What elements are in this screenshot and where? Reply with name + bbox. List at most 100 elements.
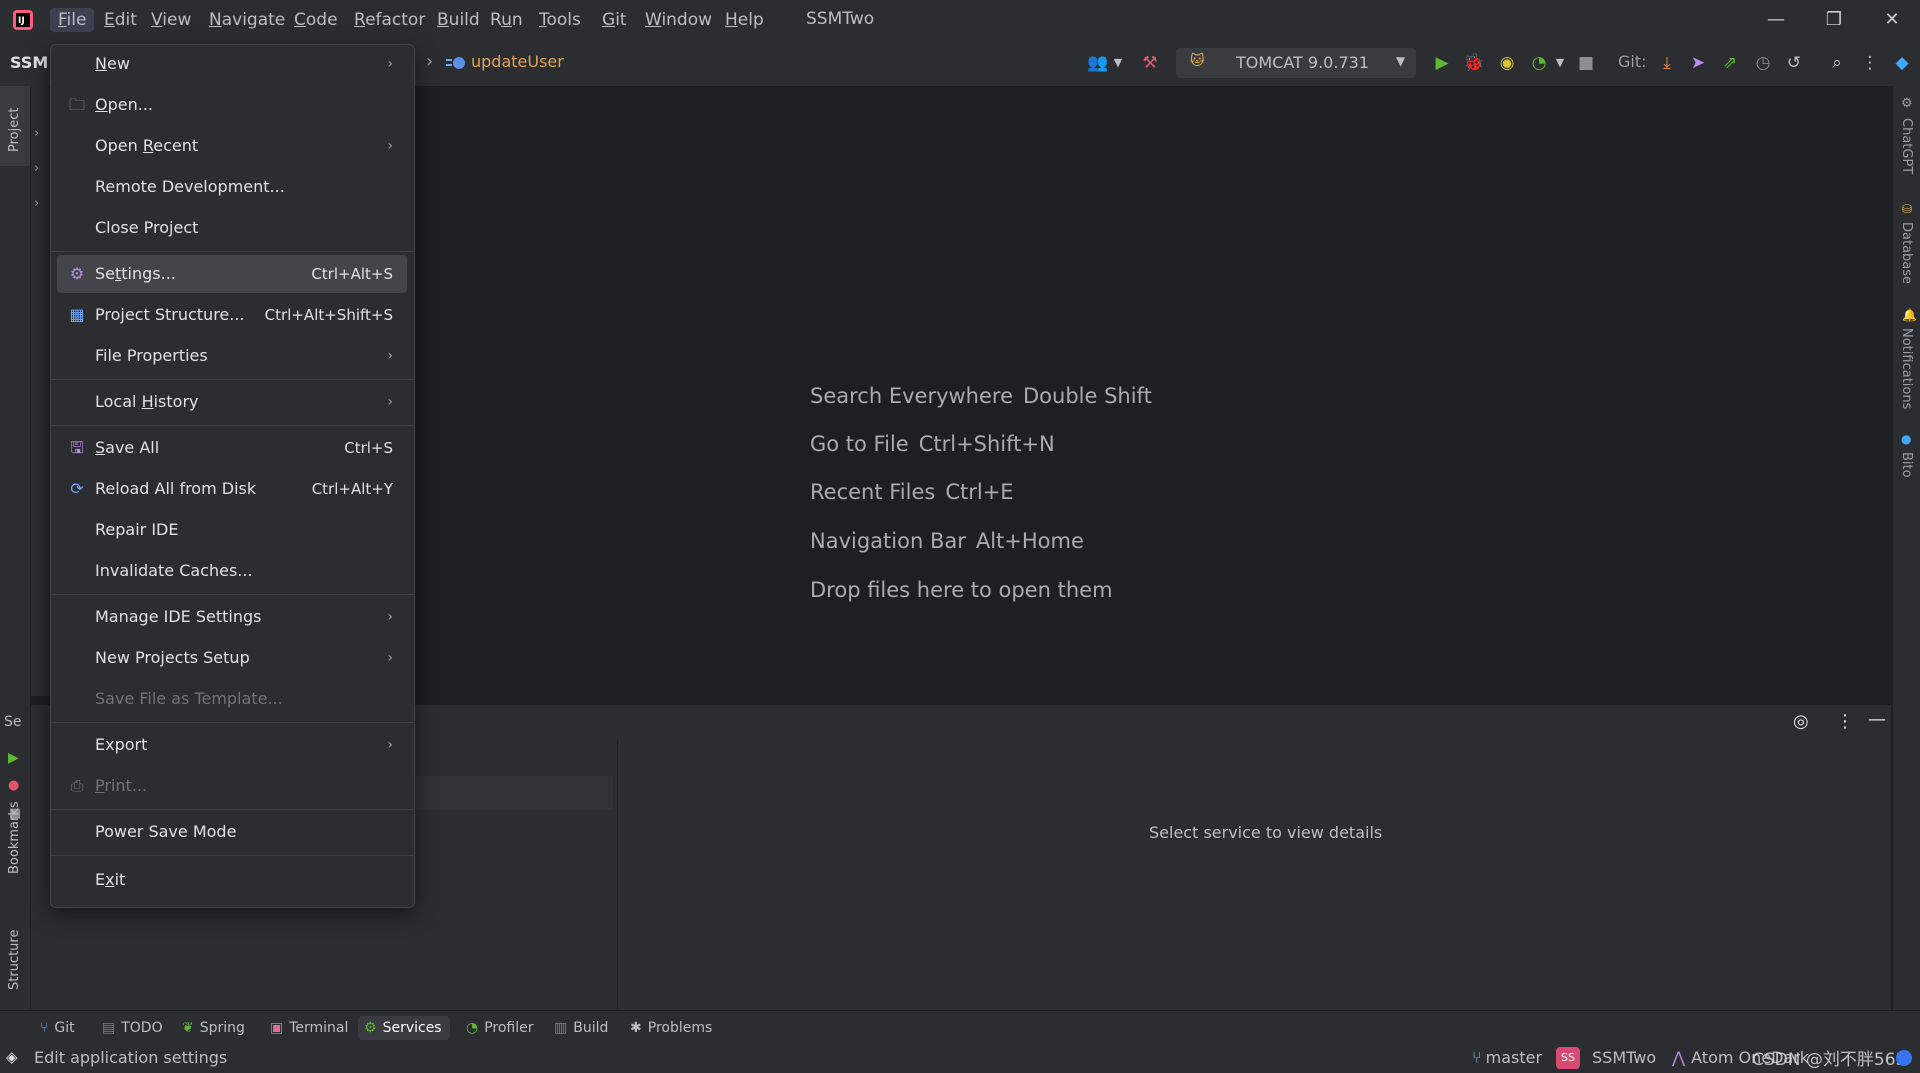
- menu-view[interactable]: View: [143, 8, 199, 32]
- menu-item-remote-development[interactable]: Remote Development...: [57, 168, 407, 206]
- tomcat-icon: 🐱: [1190, 53, 1205, 69]
- close-window-button[interactable]: ✕: [1872, 6, 1912, 34]
- build-hammer-icon[interactable]: ⚒: [1138, 51, 1162, 75]
- services-tree-row[interactable]: [413, 776, 613, 810]
- tool-tab-terminal[interactable]: ▣ Terminal: [264, 1016, 356, 1040]
- view-options-icon[interactable]: ◎: [1793, 711, 1809, 732]
- spring-leaf-icon: ❦: [182, 1020, 194, 1036]
- tool-tab-problems[interactable]: ✱ Problems: [624, 1016, 720, 1040]
- git-branch-widget[interactable]: ⑂ master: [1472, 1048, 1542, 1067]
- tool-tab-services[interactable]: ⚙ Services: [358, 1016, 450, 1040]
- tool-tab-build[interactable]: ▥ Build: [548, 1016, 616, 1040]
- menu-item-project-structure[interactable]: ▦ Project Structure... Ctrl+Alt+Shift+S: [57, 296, 407, 334]
- tool-tab-label: Git: [54, 1020, 75, 1036]
- git-history-icon[interactable]: ◷: [1751, 51, 1775, 75]
- search-icon[interactable]: ⌕: [1825, 51, 1849, 75]
- menu-refactor[interactable]: Refactor: [346, 8, 433, 32]
- services-divider[interactable]: [617, 740, 618, 1010]
- menu-edit[interactable]: Edit: [96, 8, 145, 32]
- menu-item-close-project[interactable]: Close Project: [57, 209, 407, 247]
- structure-tool-button[interactable]: Structure: [0, 906, 30, 1002]
- menu-tools[interactable]: Tools: [531, 8, 589, 32]
- app-logo-icon[interactable]: IJ: [12, 9, 34, 31]
- menu-mnemonic: H: [725, 10, 738, 30]
- menu-item-open-recent[interactable]: Open Recent ›: [57, 127, 407, 165]
- menu-label-part: dit: [114, 10, 137, 30]
- menu-item-manage-ide-settings[interactable]: Manage IDE Settings ›: [57, 598, 407, 636]
- bookmarks-tool-button[interactable]: Bookmarks: [0, 786, 30, 896]
- menu-item-export[interactable]: Export ›: [57, 726, 407, 764]
- menu-help[interactable]: Help: [717, 8, 772, 32]
- menu-item-new[interactable]: New ›: [57, 45, 407, 83]
- menu-item-invalidate-caches[interactable]: Invalidate Caches...: [57, 552, 407, 590]
- stop-icon[interactable]: ■: [1574, 51, 1598, 75]
- more-run-chevron-icon[interactable]: ▼: [1548, 51, 1572, 75]
- more-options-icon[interactable]: ⋮: [1858, 51, 1882, 75]
- notifications-tool-button[interactable]: 🔔 Notifications: [1893, 308, 1920, 428]
- menu-item-file-properties[interactable]: File Properties ›: [57, 337, 407, 375]
- menu-separator: [51, 722, 414, 723]
- git-commit-icon[interactable]: ➤: [1686, 51, 1710, 75]
- menu-mnemonic: N: [209, 10, 222, 30]
- menu-item-new-projects-setup[interactable]: New Projects Setup ›: [57, 639, 407, 677]
- menu-build[interactable]: Build: [429, 8, 488, 32]
- menu-file[interactable]: File: [50, 8, 95, 32]
- menu-item-open[interactable]: 🗀 Open...: [57, 86, 407, 124]
- menu-item-reload-all[interactable]: ⟳ Reload All from Disk Ctrl+Alt+Y: [57, 470, 407, 508]
- submenu-arrow-icon: ›: [387, 737, 393, 753]
- method-icon: [446, 54, 466, 72]
- git-push-icon[interactable]: ⇗: [1718, 51, 1742, 75]
- menu-run[interactable]: Run: [482, 8, 531, 32]
- chatgpt-tool-button[interactable]: ⚙ ChatGPT: [1893, 96, 1920, 206]
- menu-separator: [51, 425, 414, 426]
- restore-button[interactable]: ❐: [1814, 6, 1854, 34]
- coverage-icon[interactable]: ◉: [1495, 51, 1519, 75]
- services-detail-placeholder: Select service to view details: [1149, 823, 1383, 842]
- git-update-icon[interactable]: ⤓: [1655, 51, 1679, 75]
- chevron-down-icon[interactable]: ▼: [1106, 51, 1130, 75]
- minimize-button[interactable]: —: [1756, 6, 1796, 34]
- jetbrains-ai-icon[interactable]: ◆: [1890, 51, 1914, 75]
- menu-item-repair-ide[interactable]: Repair IDE: [57, 511, 407, 549]
- menu-item-save-all[interactable]: 🖫 Save All Ctrl+S: [57, 429, 407, 467]
- menu-mnemonic: T: [539, 10, 547, 30]
- menu-item-settings[interactable]: ⚙ Settings... Ctrl+Alt+S: [57, 255, 407, 293]
- bito-tool-button[interactable]: ● Bito: [1893, 432, 1920, 492]
- hide-panel-icon[interactable]: —: [1868, 709, 1886, 730]
- tool-tab-todo[interactable]: ▤ TODO: [96, 1016, 171, 1040]
- database-tool-button[interactable]: ⛁ Database: [1893, 202, 1920, 302]
- tree-chevron-icon[interactable]: ›: [34, 161, 39, 176]
- status-project[interactable]: SSMTwo: [1592, 1048, 1656, 1067]
- menu-label: Manage IDE Settings: [95, 607, 262, 626]
- run-small-icon[interactable]: ▶: [8, 750, 19, 766]
- title-bar: IJ File Edit View Navigate Code Refactor Build…: [0, 0, 1920, 40]
- menu-window[interactable]: Window: [637, 8, 720, 32]
- tool-tab-label: Spring: [199, 1020, 245, 1036]
- tool-tab-git[interactable]: ⑂ Git: [34, 1016, 83, 1040]
- svg-text:IJ: IJ: [18, 16, 25, 26]
- menu-item-local-history[interactable]: Local History ›: [57, 383, 407, 421]
- breadcrumb-method[interactable]: updateUser: [471, 52, 564, 71]
- menu-item-exit[interactable]: Exit: [57, 861, 407, 899]
- services-more-icon[interactable]: ⋮: [1836, 711, 1854, 732]
- save-icon: 🖫: [70, 438, 84, 457]
- menu-label: Repair IDE: [95, 520, 179, 539]
- debug-icon[interactable]: 🐞: [1462, 51, 1486, 75]
- run-icon[interactable]: ▶: [1430, 51, 1454, 75]
- tree-chevron-icon[interactable]: ›: [34, 196, 39, 211]
- project-tool-button[interactable]: Project: [0, 86, 30, 166]
- menu-code[interactable]: Code: [286, 8, 346, 32]
- chatgpt-tool-label: ChatGPT: [1899, 118, 1914, 175]
- run-config-selector[interactable]: 🐱 TOMCAT 9.0.731 ▼: [1176, 48, 1416, 78]
- tool-tab-spring[interactable]: ❦ Spring: [176, 1016, 253, 1040]
- submenu-arrow-icon: ›: [387, 394, 393, 410]
- menu-navigate[interactable]: Navigate: [201, 8, 293, 32]
- tree-chevron-icon[interactable]: ›: [34, 126, 39, 141]
- menu-git[interactable]: Git: [594, 8, 635, 32]
- tool-tab-profiler[interactable]: ◔ Profiler: [460, 1016, 542, 1040]
- menu-item-power-save-mode[interactable]: Power Save Mode: [57, 813, 407, 851]
- rollback-icon[interactable]: ↺: [1782, 51, 1806, 75]
- hint-key: Ctrl+Shift+N: [918, 432, 1055, 456]
- notification-dot-icon[interactable]: [1896, 1050, 1912, 1066]
- layers-icon[interactable]: ◈: [6, 1048, 18, 1066]
